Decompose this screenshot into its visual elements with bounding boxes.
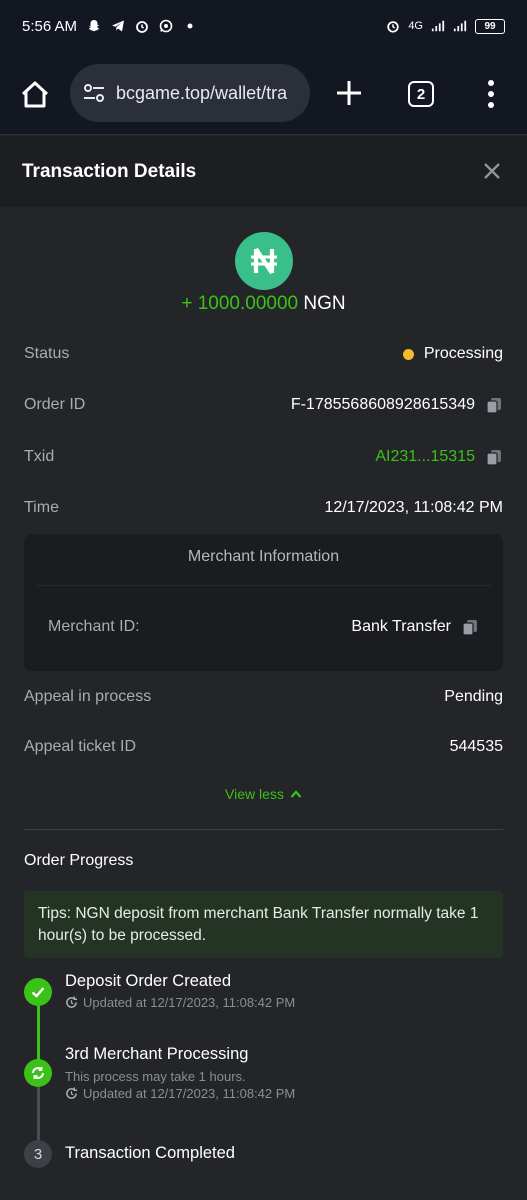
- merchant-info-panel: Merchant Information Merchant ID: Bank T…: [24, 534, 503, 671]
- tab-switcher-button[interactable]: 2: [408, 81, 434, 107]
- step-updated: Updated at 12/17/2023, 11:08:42 PM: [65, 1086, 295, 1101]
- step-updated: Updated at 12/17/2023, 11:08:42 PM: [65, 995, 295, 1010]
- merchant-id-label: Merchant ID:: [48, 618, 140, 635]
- network-type: 4G: [408, 20, 423, 32]
- progress-line-pending: [37, 1086, 40, 1140]
- naira-coin-icon: [235, 232, 293, 290]
- step-complete-icon: [24, 978, 52, 1006]
- signal-icon: [453, 19, 467, 33]
- alarm-icon: [135, 19, 149, 33]
- url-text: bcgame.top/wallet/tra: [116, 82, 288, 103]
- step-pending-icon: 3: [24, 1140, 52, 1168]
- divider: [36, 585, 491, 586]
- telegram-icon: [111, 19, 125, 33]
- amount-currency: NGN: [303, 293, 346, 314]
- signal-icon: [431, 19, 445, 33]
- status-bar: 5:56 AM 4G 99: [0, 0, 527, 52]
- order-id-row: Order ID F-1785568608928615349: [24, 393, 503, 417]
- step-updated-text: Updated at 12/17/2023, 11:08:42 PM: [83, 1086, 296, 1101]
- divider: [24, 829, 503, 830]
- progress-line-complete: [37, 1002, 40, 1062]
- appeal-ticket-value: 544535: [449, 738, 503, 755]
- status-row: Status Processing: [24, 342, 503, 366]
- appeal-process-row: Appeal in process Pending: [24, 685, 503, 709]
- order-id-label: Order ID: [24, 396, 86, 413]
- battery-icon: 99: [475, 18, 505, 34]
- order-id-value: F-1785568608928615349: [290, 396, 475, 413]
- status-time: 5:56 AM: [22, 17, 78, 35]
- merchant-id-value: Bank Transfer: [351, 618, 451, 635]
- status-label: Status: [24, 345, 70, 362]
- snapchat-icon: [87, 19, 101, 33]
- appeal-ticket-label: Appeal ticket ID: [24, 738, 137, 755]
- order-progress-title: Order Progress: [24, 852, 134, 869]
- amount: + 1000.00000 NGN: [0, 293, 527, 315]
- merchant-info-title: Merchant Information: [187, 548, 340, 565]
- step-processing-icon: [24, 1059, 52, 1087]
- copy-icon[interactable]: [461, 618, 479, 636]
- time-label: Time: [24, 499, 59, 516]
- step-title: Deposit Order Created: [65, 972, 231, 990]
- step-note: This process may take 1 hours.: [65, 1069, 246, 1084]
- tips-banner: Tips: NGN deposit from merchant Bank Tra…: [24, 891, 503, 958]
- time-row: Time 12/17/2023, 11:08:42 PM: [24, 496, 503, 520]
- amount-value: + 1000.00000: [181, 293, 299, 314]
- time-value: 12/17/2023, 11:08:42 PM: [324, 499, 503, 516]
- chevron-up-icon: [290, 790, 302, 798]
- txid-link[interactable]: AI231...15315: [375, 448, 475, 466]
- merchant-id-row: Merchant ID: Bank Transfer: [48, 618, 479, 636]
- appeal-process-value: Pending: [444, 688, 503, 705]
- alarm-icon: [386, 19, 400, 33]
- step-title: Transaction Completed: [65, 1144, 235, 1162]
- step-number: 3: [33, 1145, 43, 1163]
- refresh-icon: [66, 996, 78, 1008]
- close-icon[interactable]: [483, 162, 501, 180]
- new-tab-icon[interactable]: [334, 78, 364, 108]
- modal-header: Transaction Details: [0, 136, 527, 207]
- copy-icon[interactable]: [485, 396, 503, 414]
- refresh-icon: [66, 1087, 78, 1099]
- status-dot-icon: [402, 348, 414, 360]
- status-badge: Processing: [423, 345, 503, 362]
- appeal-process-label: Appeal in process: [24, 688, 152, 705]
- browser-toolbar: bcgame.top/wallet/tra 2: [0, 52, 527, 135]
- whatsapp-icon: [159, 19, 173, 33]
- txid-row: Txid AI231...15315: [24, 445, 503, 469]
- url-bar[interactable]: bcgame.top/wallet/tra: [70, 64, 310, 122]
- notification-dot-icon: [183, 19, 197, 33]
- step-updated-text: Updated at 12/17/2023, 11:08:42 PM: [83, 995, 296, 1010]
- copy-icon[interactable]: [485, 448, 503, 466]
- step-title: 3rd Merchant Processing: [65, 1045, 249, 1063]
- view-less-label: View less: [225, 786, 284, 802]
- page-title: Transaction Details: [22, 160, 197, 182]
- site-settings-icon[interactable]: [82, 81, 106, 105]
- appeal-ticket-row: Appeal ticket ID 544535: [24, 735, 503, 759]
- txid-label: Txid: [24, 448, 55, 465]
- home-icon[interactable]: [18, 78, 52, 112]
- view-less-button[interactable]: View less: [0, 786, 527, 802]
- more-menu-icon[interactable]: [482, 78, 500, 110]
